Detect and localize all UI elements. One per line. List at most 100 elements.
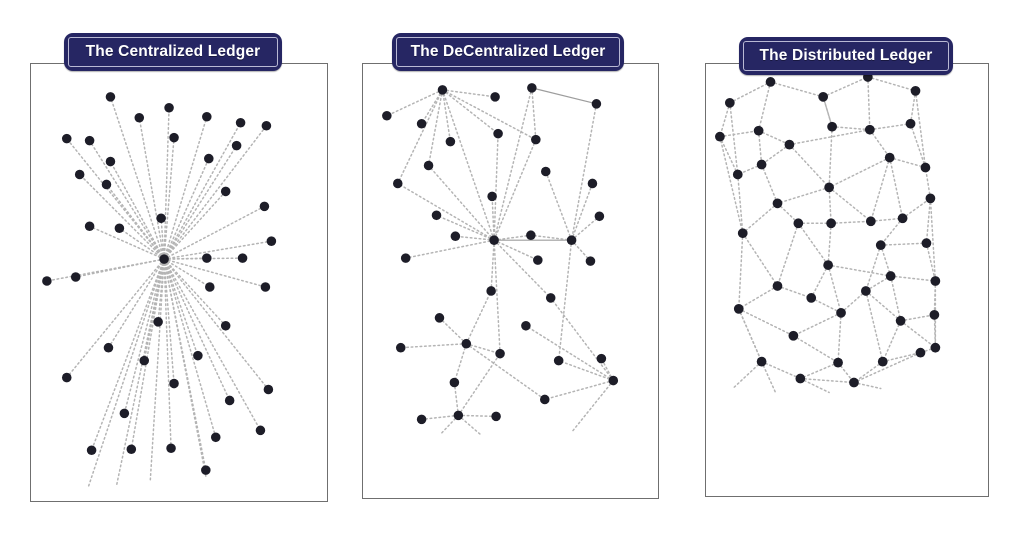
network-node[interactable] [201, 465, 211, 475]
network-node[interactable] [202, 253, 212, 263]
network-node[interactable] [929, 309, 940, 320]
network-node[interactable] [400, 253, 411, 263]
network-node[interactable] [884, 152, 895, 163]
network-node[interactable] [84, 135, 95, 146]
network-node[interactable] [824, 182, 834, 193]
network-node[interactable] [42, 276, 52, 286]
network-node[interactable] [608, 375, 619, 386]
network-node[interactable] [437, 85, 448, 95]
network-node[interactable] [784, 139, 795, 150]
network-node[interactable] [61, 133, 72, 144]
network-node[interactable] [220, 321, 231, 331]
network-node[interactable] [724, 97, 735, 108]
network-node[interactable] [756, 356, 767, 367]
network-node[interactable] [905, 118, 916, 129]
network-node[interactable] [540, 394, 550, 405]
network-node[interactable] [74, 169, 85, 180]
network-node[interactable] [732, 169, 743, 180]
network-node[interactable] [733, 303, 744, 314]
network-node[interactable] [495, 348, 505, 359]
network-node[interactable] [139, 355, 150, 366]
network-node[interactable] [527, 83, 537, 93]
network-node[interactable] [827, 121, 837, 132]
network-node[interactable] [864, 124, 875, 135]
network-node[interactable] [119, 408, 130, 419]
network-node[interactable] [930, 276, 941, 286]
network-node[interactable] [493, 128, 503, 139]
network-node[interactable] [126, 444, 137, 455]
network-node[interactable] [166, 443, 176, 454]
network-node[interactable] [266, 236, 277, 246]
network-node[interactable] [220, 186, 231, 197]
network-node[interactable] [210, 432, 221, 443]
network-node[interactable] [169, 378, 179, 389]
network-node[interactable] [596, 353, 607, 364]
network-node[interactable] [86, 445, 97, 456]
network-node[interactable] [915, 347, 926, 358]
network-node[interactable] [169, 132, 179, 143]
network-node[interactable] [921, 238, 932, 249]
network-node[interactable] [793, 218, 804, 229]
network-node[interactable] [531, 134, 541, 145]
badge-decentralized-ledger[interactable]: The DeCentralized Ledger [392, 33, 624, 71]
network-node[interactable] [431, 210, 442, 221]
network-node[interactable] [395, 342, 406, 353]
network-node[interactable] [449, 377, 460, 388]
network-node[interactable] [259, 201, 270, 212]
network-node[interactable] [765, 77, 776, 87]
network-node[interactable] [533, 255, 543, 265]
network-node[interactable] [114, 223, 125, 234]
network-node[interactable] [202, 111, 212, 122]
network-node[interactable] [416, 118, 427, 129]
network-node[interactable] [235, 117, 246, 128]
network-node[interactable] [105, 92, 116, 102]
network-node[interactable] [566, 235, 577, 245]
network-node[interactable] [521, 321, 531, 331]
network-node[interactable] [540, 166, 551, 177]
network-node[interactable] [753, 125, 764, 136]
network-node[interactable] [486, 286, 496, 296]
network-node[interactable] [84, 221, 95, 232]
network-node[interactable] [231, 140, 242, 151]
network-node[interactable] [434, 313, 445, 323]
network-node[interactable] [392, 178, 403, 189]
network-node[interactable] [823, 260, 833, 270]
network-node[interactable] [897, 213, 908, 224]
network-node[interactable] [591, 99, 602, 109]
network-node[interactable] [875, 240, 886, 251]
network-node[interactable] [453, 410, 464, 421]
network-node[interactable] [445, 136, 456, 147]
network-node[interactable] [877, 356, 888, 367]
network-node[interactable] [382, 110, 392, 121]
network-node[interactable] [164, 103, 174, 113]
badge-distributed-ledger[interactable]: The Distributed Ledger [739, 37, 953, 75]
network-node[interactable] [204, 153, 214, 164]
network-node[interactable] [260, 282, 271, 292]
network-node[interactable] [526, 230, 536, 240]
network-node[interactable] [587, 178, 598, 189]
badge-centralized-ledger[interactable]: The Centralized Ledger [64, 33, 282, 71]
network-node[interactable] [836, 307, 846, 318]
network-node[interactable] [594, 211, 605, 222]
network-node[interactable] [553, 355, 564, 366]
network-node[interactable] [255, 425, 266, 436]
network-node[interactable] [795, 373, 806, 384]
network-node[interactable] [806, 293, 817, 303]
network-node[interactable] [101, 179, 112, 190]
network-node[interactable] [826, 218, 836, 229]
network-node[interactable] [930, 342, 941, 353]
network-node[interactable] [263, 384, 274, 395]
network-node[interactable] [910, 85, 921, 96]
network-node[interactable] [489, 235, 499, 245]
network-node[interactable] [833, 357, 843, 368]
network-node[interactable] [925, 193, 936, 204]
network-node[interactable] [103, 342, 114, 353]
network-node[interactable] [105, 156, 116, 167]
network-node[interactable] [861, 286, 871, 296]
network-node[interactable] [205, 282, 215, 292]
network-node[interactable] [585, 256, 596, 266]
network-node[interactable] [865, 216, 876, 227]
network-node[interactable] [487, 191, 497, 202]
network-node[interactable] [156, 213, 166, 224]
network-node[interactable] [920, 162, 931, 173]
